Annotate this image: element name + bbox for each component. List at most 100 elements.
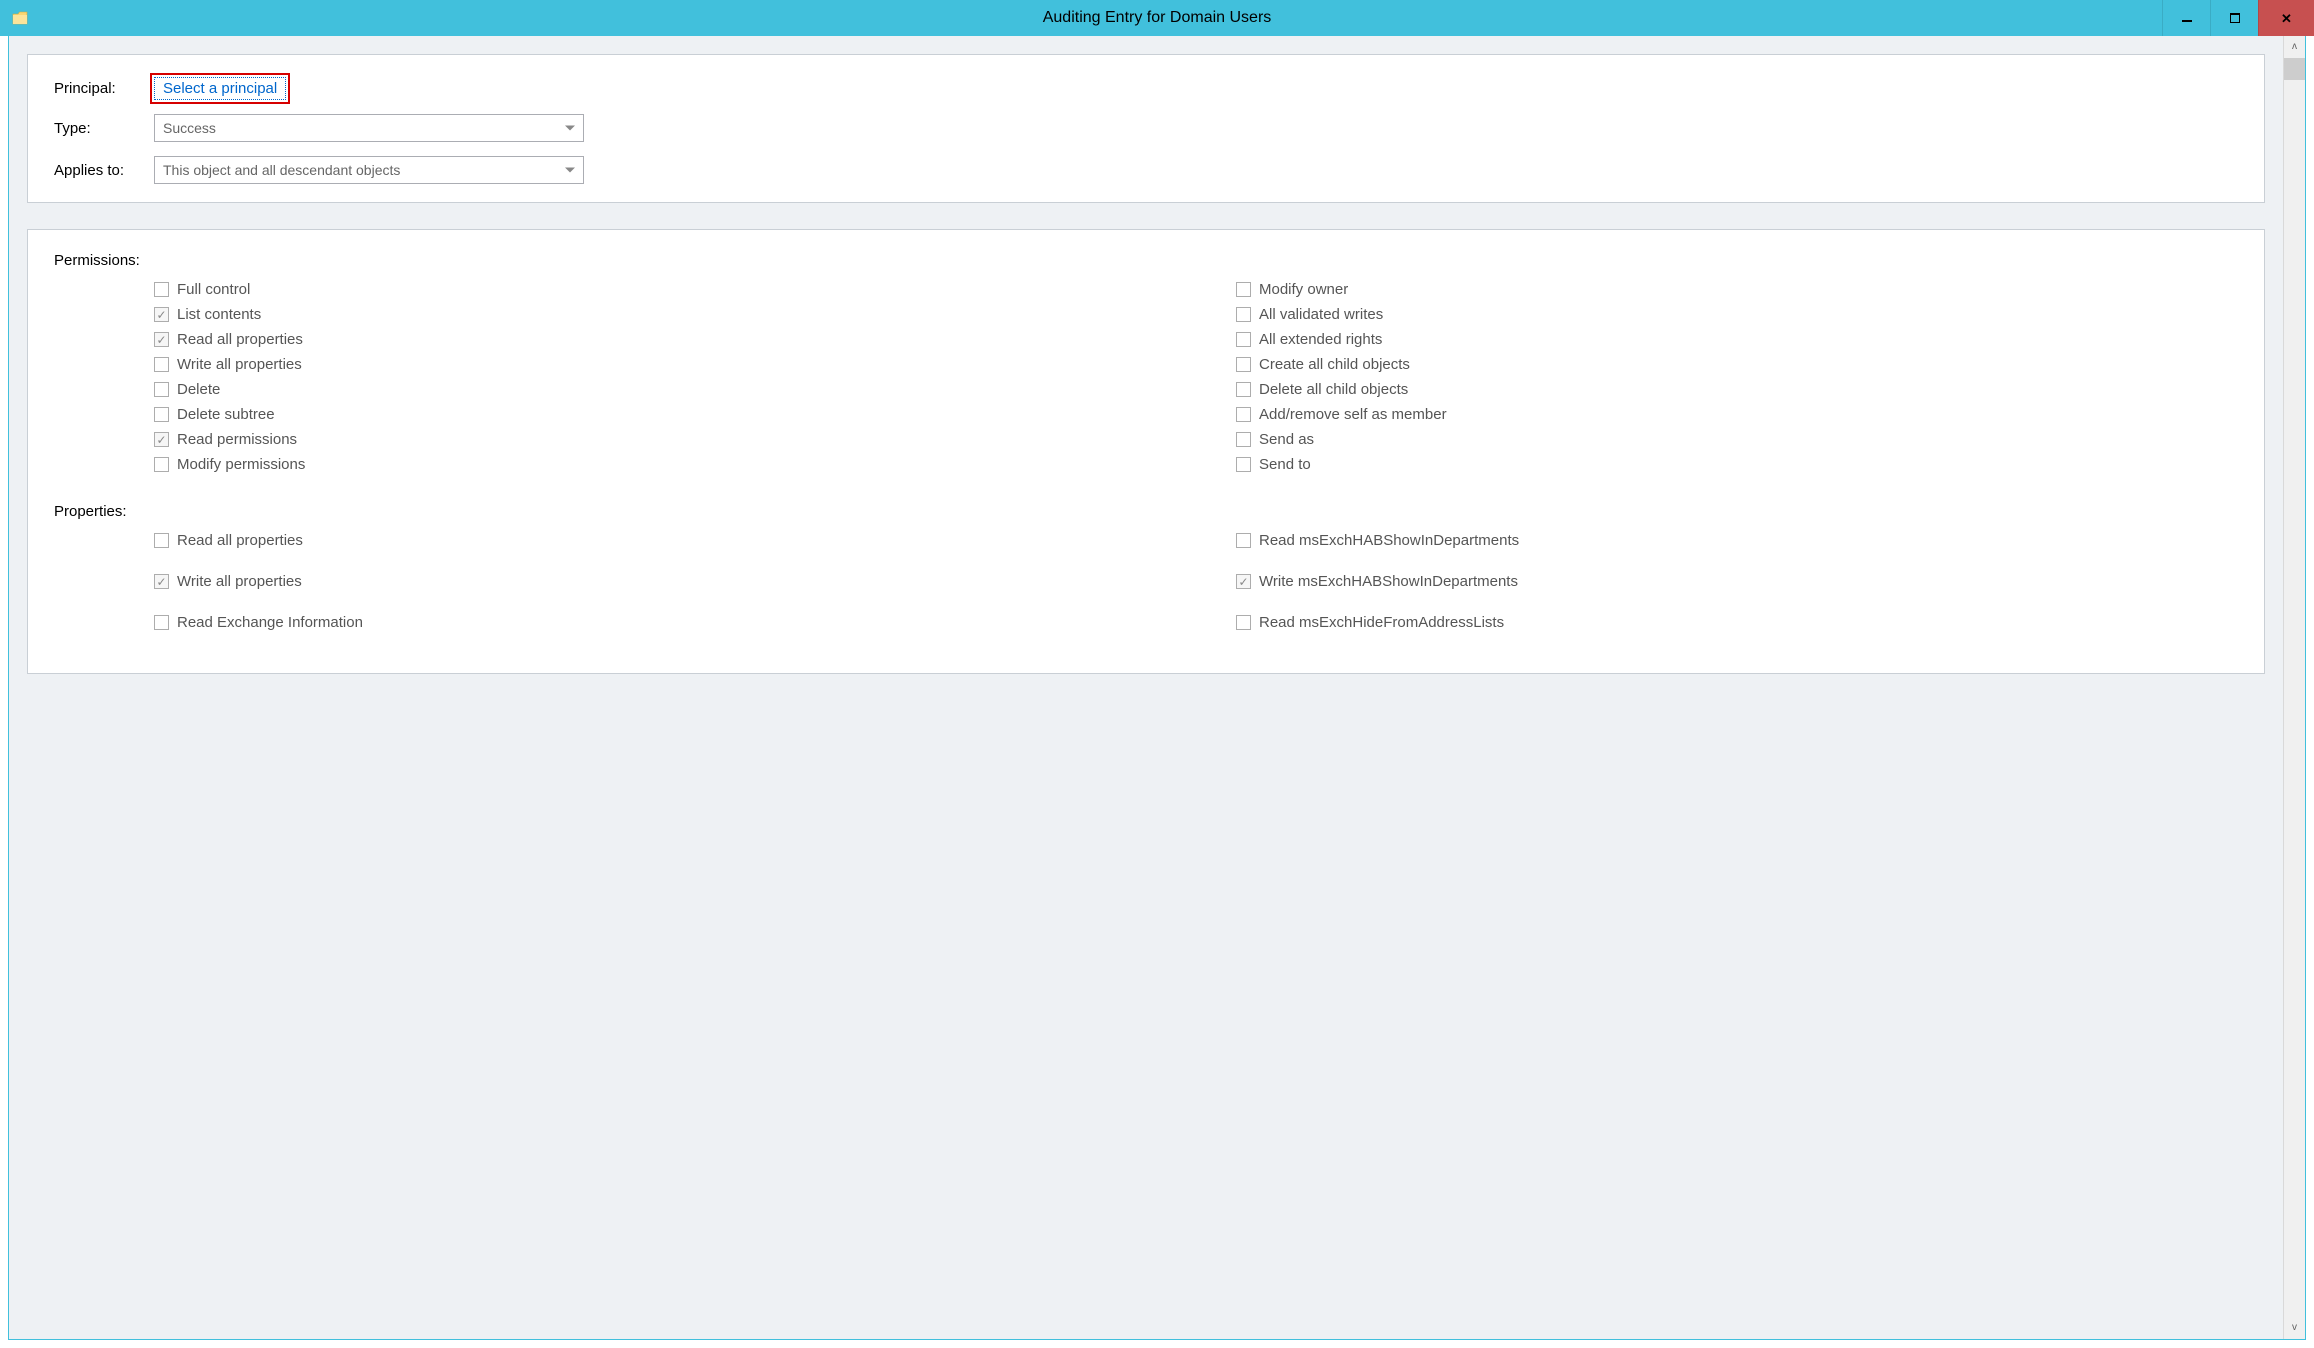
select-principal-link[interactable]: Select a principal (154, 77, 286, 100)
checkbox-icon[interactable] (154, 382, 169, 397)
perm-left-item-5[interactable]: Delete subtree (154, 406, 1156, 423)
perm-left-item-6[interactable]: Read permissions (154, 431, 1156, 448)
checkbox-label: Delete all child objects (1259, 381, 1408, 398)
close-button[interactable] (2258, 0, 2314, 36)
checkbox-label: Delete subtree (177, 406, 275, 423)
checkbox-label: Add/remove self as member (1259, 406, 1447, 423)
perm-right-item-5[interactable]: Add/remove self as member (1236, 406, 2238, 423)
checkbox-icon[interactable] (1236, 407, 1251, 422)
scroll-down-icon[interactable]: v (2284, 1317, 2305, 1339)
checkbox-icon[interactable] (1236, 332, 1251, 347)
vertical-scrollbar[interactable]: ʌ v (2283, 36, 2305, 1339)
checkbox-icon[interactable] (1236, 307, 1251, 322)
type-value: Success (163, 120, 216, 136)
checkbox-icon[interactable] (154, 574, 169, 589)
perm-right-item-6[interactable]: Send as (1236, 431, 2238, 448)
checkbox-label: Send as (1259, 431, 1314, 448)
checkbox-icon[interactable] (154, 533, 169, 548)
perm-right-item-1[interactable]: All validated writes (1236, 306, 2238, 323)
checkbox-icon[interactable] (1236, 615, 1251, 630)
scroll-up-icon[interactable]: ʌ (2284, 36, 2305, 58)
checkbox-label: List contents (177, 306, 261, 323)
checkbox-icon[interactable] (1236, 357, 1251, 372)
checkbox-label: Full control (177, 281, 250, 298)
checkbox-label: Read all properties (177, 532, 303, 549)
checkbox-label: Write msExchHABShowInDepartments (1259, 573, 1518, 590)
type-label: Type: (54, 120, 154, 137)
checkbox-label: All extended rights (1259, 331, 1382, 348)
scroll-thumb[interactable] (2284, 58, 2305, 80)
checkbox-icon[interactable] (1236, 457, 1251, 472)
scroll-track[interactable] (2284, 80, 2305, 1317)
window-title: Auditing Entry for Domain Users (0, 9, 2314, 27)
checkbox-label: Modify permissions (177, 456, 305, 473)
folder-icon (12, 10, 28, 26)
prop-right-item-1[interactable]: Write msExchHABShowInDepartments (1236, 573, 2238, 590)
properties-grid: Read all properties Write all properties R… (154, 532, 2238, 655)
top-panel: Principal: Select a principal Type: Succ… (27, 54, 2265, 203)
permissions-panel: Permissions: Full control List contents Re… (27, 229, 2265, 674)
perm-left-item-1[interactable]: List contents (154, 306, 1156, 323)
client-area: Principal: Select a principal Type: Succ… (8, 36, 2306, 1340)
perm-right-item-2[interactable]: All extended rights (1236, 331, 2238, 348)
perm-right-item-7[interactable]: Send to (1236, 456, 2238, 473)
perm-left-item-2[interactable]: Read all properties (154, 331, 1156, 348)
applies-select[interactable]: This object and all descendant objects (154, 156, 584, 184)
checkbox-icon[interactable] (154, 332, 169, 347)
checkbox-label: Read Exchange Information (177, 614, 363, 631)
checkbox-icon[interactable] (1236, 574, 1251, 589)
prop-left-item-1[interactable]: Write all properties (154, 573, 1156, 590)
permissions-col-left: Full control List contents Read all proper… (154, 281, 1156, 481)
properties-col-left: Read all properties Write all properties R… (154, 532, 1156, 655)
prop-left-item-2[interactable]: Read Exchange Information (154, 614, 1156, 631)
checkbox-icon[interactable] (154, 615, 169, 630)
checkbox-label: Modify owner (1259, 281, 1348, 298)
perm-left-item-0[interactable]: Full control (154, 281, 1156, 298)
checkbox-label: All validated writes (1259, 306, 1383, 323)
properties-title: Properties: (54, 503, 2238, 520)
close-icon (2281, 10, 2292, 27)
checkbox-icon[interactable] (154, 432, 169, 447)
permissions-col-right: Modify owner All validated writes All exte… (1236, 281, 2238, 481)
applies-value: This object and all descendant objects (163, 162, 400, 178)
minimize-button[interactable] (2162, 0, 2210, 36)
checkbox-icon[interactable] (154, 457, 169, 472)
checkbox-label: Read msExchHABShowInDepartments (1259, 532, 1519, 549)
applies-label: Applies to: (54, 162, 154, 179)
perm-left-item-7[interactable]: Modify permissions (154, 456, 1156, 473)
window-titlebar: Auditing Entry for Domain Users (0, 0, 2314, 36)
principal-label: Principal: (54, 80, 154, 97)
permissions-title: Permissions: (54, 252, 2238, 269)
perm-right-item-4[interactable]: Delete all child objects (1236, 381, 2238, 398)
prop-right-item-2[interactable]: Read msExchHideFromAddressLists (1236, 614, 2238, 631)
checkbox-label: Write all properties (177, 573, 302, 590)
minimize-icon (2182, 20, 2192, 22)
checkbox-label: Read permissions (177, 431, 297, 448)
checkbox-icon[interactable] (1236, 533, 1251, 548)
checkbox-icon[interactable] (1236, 432, 1251, 447)
checkbox-label: Write all properties (177, 356, 302, 373)
type-select[interactable]: Success (154, 114, 584, 142)
checkbox-label: Send to (1259, 456, 1311, 473)
perm-right-item-3[interactable]: Create all child objects (1236, 356, 2238, 373)
checkbox-icon[interactable] (154, 307, 169, 322)
content: Principal: Select a principal Type: Succ… (9, 36, 2283, 1339)
checkbox-label: Read msExchHideFromAddressLists (1259, 614, 1504, 631)
prop-right-item-0[interactable]: Read msExchHABShowInDepartments (1236, 532, 2238, 549)
checkbox-label: Create all child objects (1259, 356, 1410, 373)
perm-left-item-4[interactable]: Delete (154, 381, 1156, 398)
checkbox-icon[interactable] (154, 282, 169, 297)
checkbox-label: Read all properties (177, 331, 303, 348)
prop-left-item-0[interactable]: Read all properties (154, 532, 1156, 549)
checkbox-icon[interactable] (154, 407, 169, 422)
checkbox-icon[interactable] (1236, 282, 1251, 297)
checkbox-icon[interactable] (1236, 382, 1251, 397)
perm-left-item-3[interactable]: Write all properties (154, 356, 1156, 373)
maximize-button[interactable] (2210, 0, 2258, 36)
maximize-icon (2230, 13, 2240, 23)
permissions-grid: Full control List contents Read all proper… (154, 281, 2238, 481)
perm-right-item-0[interactable]: Modify owner (1236, 281, 2238, 298)
checkbox-label: Delete (177, 381, 220, 398)
properties-col-right: Read msExchHABShowInDepartments Write msE… (1236, 532, 2238, 655)
checkbox-icon[interactable] (154, 357, 169, 372)
